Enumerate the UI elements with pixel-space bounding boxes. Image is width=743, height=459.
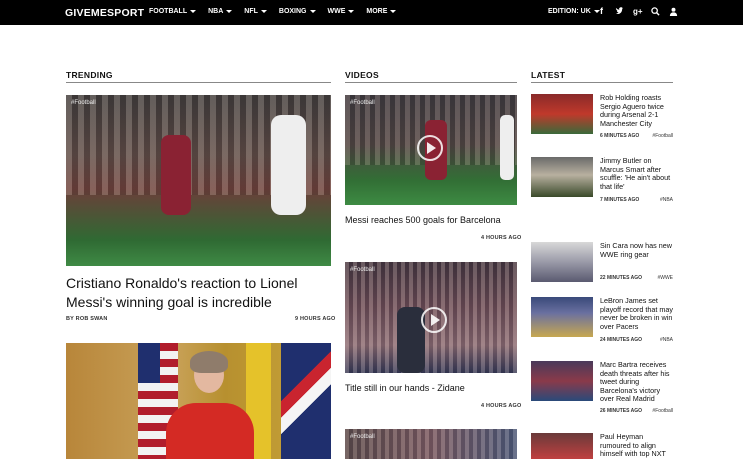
latest-thumb-1[interactable]: [531, 94, 593, 134]
play-triangle: [431, 314, 440, 326]
nav-item-football[interactable]: FOOTBALL: [149, 8, 197, 15]
trending-title-1[interactable]: Cristiano Ronaldo's reaction to Lionel M…: [66, 274, 331, 312]
latest-title-2[interactable]: Jimmy Butler on Marcus Smart after scuff…: [600, 156, 674, 191]
latest-thumb-3[interactable]: [531, 242, 593, 282]
latest-thumb-5[interactable]: [531, 361, 593, 401]
video-title-1[interactable]: Messi reaches 500 goals for Barcelona: [345, 215, 517, 225]
latest-meta-5: 26 MINUTES AGO #Football: [600, 408, 673, 414]
nav-icons: f g+: [597, 6, 678, 17]
nav-item-wwe[interactable]: WWE: [328, 8, 355, 15]
image-tag: #Football: [350, 267, 375, 273]
video-time-2: 4 HOURS AGO: [481, 403, 522, 409]
latest-meta-1: 6 MINUTES AGO #Football: [600, 133, 673, 139]
latest-item-4[interactable]: LeBron James set playoff record that may…: [531, 296, 674, 345]
latest-meta-3: 22 MINUTES AGO #WWE: [600, 275, 673, 281]
play-icon[interactable]: [421, 307, 447, 333]
chevron-down-icon: [309, 10, 316, 13]
trending-time-1: 9 HOURS AGO: [295, 316, 336, 322]
nav-item-more[interactable]: MORE: [366, 8, 397, 15]
flag-shape: [138, 343, 160, 383]
image-tag: #Football: [350, 100, 375, 106]
latest-item-6[interactable]: Paul Heyman rumoured to align himself wi…: [531, 432, 674, 459]
latest-thumb-4[interactable]: [531, 297, 593, 337]
trending-image-1[interactable]: #Football: [66, 95, 331, 266]
search-icon[interactable]: [651, 6, 660, 17]
latest-title-4[interactable]: LeBron James set playoff record that may…: [600, 296, 674, 331]
image-tag: #Football: [350, 434, 375, 440]
trending-author-1[interactable]: BY ROB SWAN: [66, 316, 108, 322]
latest-title-6[interactable]: Paul Heyman rumoured to align himself wi…: [600, 432, 674, 459]
nav-item-nfl[interactable]: NFL: [244, 8, 267, 15]
latest-title-1[interactable]: Rob Holding roasts Sergio Aguero twice d…: [600, 93, 674, 128]
top-nav-bar: GIVEMESPORT FOOTBALL NBA NFL BOXING WWE …: [0, 0, 743, 25]
latest-item-5[interactable]: Marc Bartra receives death threats after…: [531, 360, 674, 417]
latest-title-3[interactable]: Sin Cara now has new WWE ring gear: [600, 241, 674, 259]
videos-header: VIDEOS: [345, 70, 517, 83]
video-title-2[interactable]: Title still in our hands - Zidane: [345, 383, 517, 393]
nav-menu: FOOTBALL NBA NFL BOXING WWE MORE: [149, 8, 397, 15]
nav-item-boxing[interactable]: BOXING: [279, 8, 316, 15]
latest-title-5[interactable]: Marc Bartra receives death threats after…: [600, 360, 674, 404]
google-plus-icon[interactable]: g+: [633, 6, 643, 17]
chevron-down-icon: [226, 10, 233, 13]
edition-selector[interactable]: EDITION: UK: [548, 8, 600, 15]
latest-meta-4: 24 MINUTES AGO #NBA: [600, 337, 673, 343]
player-figure: [161, 135, 191, 215]
play-icon[interactable]: [417, 135, 443, 161]
twitter-icon[interactable]: [615, 6, 624, 17]
latest-thumb-2[interactable]: [531, 157, 593, 197]
site-logo[interactable]: GIVEMESPORT: [65, 7, 144, 19]
latest-item-3[interactable]: Sin Cara now has new WWE ring gear 22 MI…: [531, 241, 674, 286]
video-time-1: 4 HOURS AGO: [481, 235, 522, 241]
person-figure: [166, 403, 254, 459]
latest-item-1[interactable]: Rob Holding roasts Sergio Aguero twice d…: [531, 93, 674, 142]
video-image-3[interactable]: #Football: [345, 429, 517, 459]
person-hair: [190, 351, 228, 373]
chevron-down-icon: [260, 10, 267, 13]
trending-header: TRENDING: [66, 70, 331, 83]
latest-thumb-6[interactable]: [531, 433, 593, 459]
player-figure: [271, 115, 306, 215]
image-tag: #Football: [71, 100, 96, 106]
chevron-down-icon: [190, 10, 197, 13]
video-image-2[interactable]: #Football: [345, 262, 517, 373]
latest-header: LATEST: [531, 70, 673, 83]
latest-meta-2: 7 MINUTES AGO #NBA: [600, 197, 673, 203]
chevron-down-icon: [348, 10, 355, 13]
latest-item-2[interactable]: Jimmy Butler on Marcus Smart after scuff…: [531, 156, 674, 205]
play-triangle: [427, 142, 436, 154]
nav-item-nba[interactable]: NBA: [208, 8, 233, 15]
player-figure: [500, 115, 514, 180]
flag-shape: [281, 343, 331, 459]
facebook-icon[interactable]: f: [597, 6, 606, 17]
user-icon[interactable]: [669, 6, 678, 17]
video-image-1[interactable]: #Football: [345, 95, 517, 205]
chevron-down-icon: [390, 10, 397, 13]
trending-image-2[interactable]: [66, 343, 331, 459]
